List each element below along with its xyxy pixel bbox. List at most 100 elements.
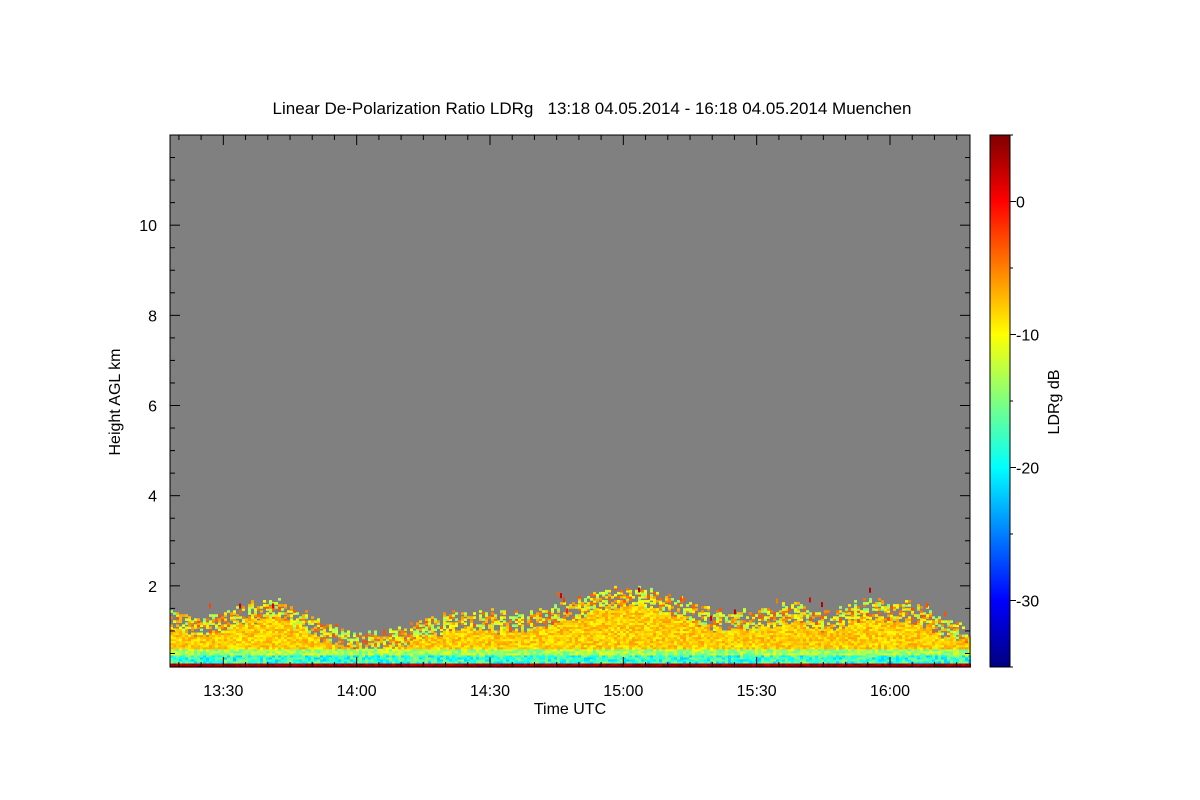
data-cell [710,630,713,634]
data-cell [338,640,341,644]
data-cell [236,606,239,609]
data-cell [662,612,665,615]
data-cell [215,624,218,628]
data-cell [728,630,731,634]
data-cell [674,602,677,605]
data-cell [224,630,227,634]
data-cell [452,610,455,613]
data-cell [638,587,640,593]
data-cell [383,646,386,650]
data-cell [392,634,395,638]
data-cell [224,618,227,621]
data-cell [548,616,551,619]
data-cell [644,600,647,603]
data-cell [734,609,736,615]
data-cell [287,620,290,623]
data-cell [491,608,494,611]
data-cell [728,614,731,617]
data-cell [755,628,758,632]
data-cell [398,626,401,630]
data-cell [242,606,245,609]
data-cell [221,624,224,628]
data-cell [368,648,371,652]
data-cell [431,634,434,638]
data-cell [386,644,389,648]
data-cell [176,628,179,632]
data-cell [239,610,242,613]
data-cell [725,630,728,634]
data-cell [320,634,323,638]
data-cell [236,614,239,617]
data-cell [626,587,629,591]
plot-background [170,135,970,667]
data-cell [362,636,365,640]
data-cell [446,616,449,619]
data-cell [269,614,272,617]
data-cell [197,632,200,636]
data-cell [581,608,584,611]
data-cell [680,614,683,617]
data-cell [437,620,440,623]
data-cell [719,608,722,611]
data-cell [698,612,701,615]
data-cell [755,614,758,617]
data-cell [590,598,593,601]
data-cell [539,612,542,615]
data-cell [425,626,428,630]
data-cell [335,624,338,628]
data-cell [500,616,503,619]
data-cell [674,612,677,615]
data-cell [221,630,224,634]
data-cell [335,642,338,646]
data-cell [344,632,347,636]
data-cell [284,616,287,619]
data-cell [374,644,377,648]
data-cell [605,595,608,599]
data-cell [254,624,257,628]
data-cell [530,628,533,632]
data-cell [332,644,335,648]
data-cell [677,614,680,617]
data-cell [311,620,314,623]
data-cell [233,616,236,619]
data-cell [305,610,308,613]
data-cell [506,622,509,625]
data-cell [653,591,656,595]
data-cell [602,604,605,607]
data-cell [500,622,503,625]
data-cell [260,606,263,609]
data-cell [428,618,431,621]
data-cell [395,630,398,634]
data-cell [653,608,656,611]
data-cell [737,612,740,615]
data-cell [782,608,785,611]
data-cell [569,604,572,607]
data-cell [518,614,521,617]
data-cell [278,598,281,601]
data-cell [566,608,568,614]
data-cell [671,606,674,609]
data-cell [548,612,551,615]
data-cell [374,630,377,634]
data-cell [392,630,395,634]
data-cell [584,614,587,617]
data-cell [404,646,407,650]
data-cell [362,640,365,644]
data-cell [272,612,275,615]
data-cell [590,610,593,613]
data-cell [479,614,482,617]
data-cell [719,626,722,630]
data-cell [611,606,614,609]
data-cell [623,593,626,597]
data-cell [512,616,515,619]
data-cell [245,618,248,621]
data-cell [446,628,449,632]
data-cell [482,612,485,615]
data-cell [209,603,211,609]
data-cell [206,632,209,636]
data-cell [278,604,281,607]
data-cell [407,644,410,648]
data-cell [239,622,242,625]
data-cell [761,608,764,611]
data-cell [746,622,749,625]
